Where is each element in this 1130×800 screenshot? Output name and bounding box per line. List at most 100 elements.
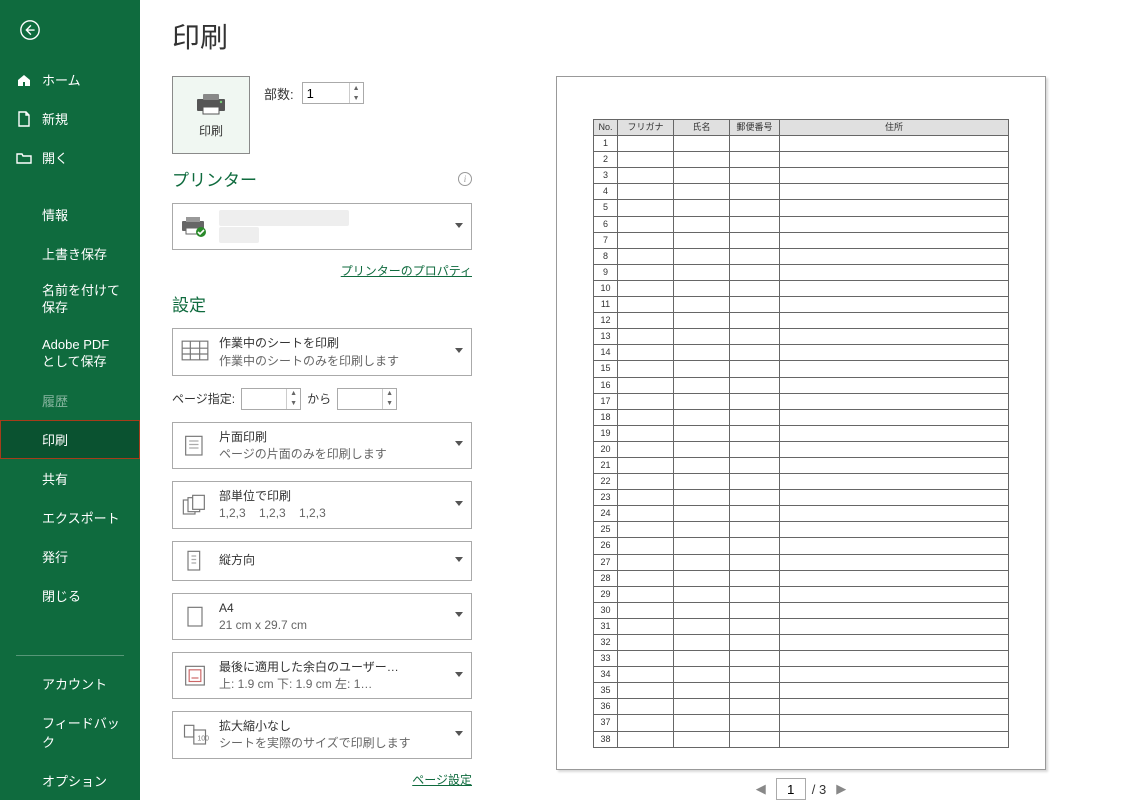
- nav-options[interactable]: オプション: [0, 761, 140, 800]
- table-row: 8: [594, 248, 1009, 264]
- nav-label: 情報: [42, 205, 68, 224]
- sides-dropdown[interactable]: 片面印刷ページの片面のみを印刷します: [172, 422, 472, 469]
- info-icon[interactable]: i: [458, 172, 472, 186]
- print-button-label: 印刷: [199, 122, 223, 139]
- margins-dropdown[interactable]: 最後に適用した余白のユーザー設定上: 1.9 cm 下: 1.9 cm 左: 1…: [172, 652, 472, 699]
- home-icon: [16, 72, 32, 88]
- open-folder-icon: [16, 150, 32, 166]
- print-button[interactable]: 印刷: [172, 76, 250, 154]
- page-to-input[interactable]: ▲▼: [337, 388, 397, 410]
- table-row: 28: [594, 570, 1009, 586]
- nav-divider: [16, 655, 124, 656]
- nav-new[interactable]: 新規: [0, 99, 140, 138]
- table-row: 6: [594, 216, 1009, 232]
- page-setup-link[interactable]: ページ設定: [412, 773, 472, 787]
- printer-properties-link[interactable]: プリンターのプロパティ: [341, 264, 472, 278]
- nav-export[interactable]: エクスポート: [0, 498, 140, 537]
- nav-label: 新規: [42, 109, 68, 128]
- table-row: 37: [594, 715, 1009, 731]
- nav-save[interactable]: 上書き保存: [0, 234, 140, 273]
- nav-print[interactable]: 印刷: [0, 420, 140, 459]
- chevron-down-icon: [455, 223, 463, 231]
- chevron-down-icon: [455, 441, 463, 449]
- chevron-down-icon: [455, 557, 463, 565]
- table-row: 1: [594, 136, 1009, 152]
- spinner-arrows[interactable]: ▲▼: [349, 83, 363, 103]
- nav-close[interactable]: 閉じる: [0, 576, 140, 615]
- page-to-label: から: [307, 390, 331, 407]
- preview-page: No.フリガナ氏名郵便番号住所 123456789101112131415161…: [556, 76, 1046, 770]
- paper-size-dropdown[interactable]: A421 cm x 29.7 cm: [172, 593, 472, 640]
- nav-label: 上書き保存: [42, 244, 107, 263]
- nav-publish[interactable]: 発行: [0, 537, 140, 576]
- nav-home[interactable]: ホーム: [0, 60, 140, 99]
- prev-page-button[interactable]: ◀: [752, 779, 770, 799]
- table-row: 33: [594, 651, 1009, 667]
- nav-share[interactable]: 共有: [0, 459, 140, 498]
- table-row: 22: [594, 474, 1009, 490]
- table-row: 12: [594, 313, 1009, 329]
- table-row: 30: [594, 602, 1009, 618]
- page-title: 印刷: [172, 16, 1130, 56]
- table-row: 5: [594, 200, 1009, 216]
- table-row: 20: [594, 441, 1009, 457]
- current-page-input[interactable]: [776, 778, 806, 800]
- table-header: フリガナ: [618, 120, 674, 136]
- nav-label: Adobe PDF として保存: [42, 337, 124, 371]
- printer-dropdown[interactable]: XXXXXXX XXX: [172, 203, 472, 250]
- nav-label: 閉じる: [42, 586, 81, 605]
- settings-section-header: 設定: [172, 291, 472, 316]
- table-row: 11: [594, 297, 1009, 313]
- nav-label: ホーム: [42, 70, 81, 89]
- portrait-icon: [181, 549, 209, 573]
- nav-feedback[interactable]: フィードバック: [0, 703, 140, 761]
- table-row: 9: [594, 264, 1009, 280]
- page-from-input[interactable]: ▲▼: [241, 388, 301, 410]
- nav-label: 印刷: [42, 430, 68, 449]
- table-row: 23: [594, 490, 1009, 506]
- table-row: 4: [594, 184, 1009, 200]
- collate-dropdown[interactable]: 部単位で印刷1,2,3 1,2,3 1,2,3: [172, 481, 472, 528]
- table-row: 32: [594, 635, 1009, 651]
- table-row: 10: [594, 280, 1009, 296]
- nav-label: 開く: [42, 148, 68, 167]
- one-sided-icon: [181, 433, 209, 457]
- nav-open[interactable]: 開く: [0, 138, 140, 177]
- nav-info[interactable]: 情報: [0, 195, 140, 234]
- copies-value-field[interactable]: [303, 83, 349, 103]
- scaling-dropdown[interactable]: 100 拡大縮小なしシートを実際のサイズで印刷します: [172, 711, 472, 758]
- table-row: 15: [594, 361, 1009, 377]
- table-row: 27: [594, 554, 1009, 570]
- nav-label: 発行: [42, 547, 68, 566]
- new-file-icon: [16, 111, 32, 127]
- chevron-down-icon: [455, 672, 463, 680]
- back-button[interactable]: [12, 12, 48, 48]
- nav-adobe-pdf[interactable]: Adobe PDF として保存: [0, 327, 140, 381]
- print-preview-column: No.フリガナ氏名郵便番号住所 123456789101112131415161…: [472, 76, 1130, 800]
- active-sheets-icon: [181, 340, 209, 364]
- table-header: No.: [594, 120, 618, 136]
- nav-account[interactable]: アカウント: [0, 664, 140, 703]
- orientation-dropdown[interactable]: 縦方向: [172, 541, 472, 581]
- table-row: 19: [594, 425, 1009, 441]
- printer-icon: [195, 92, 227, 116]
- table-row: 25: [594, 522, 1009, 538]
- svg-text:100: 100: [197, 736, 209, 743]
- nav-label: 名前を付けて保存: [42, 283, 124, 317]
- table-row: 35: [594, 683, 1009, 699]
- table-header: 氏名: [674, 120, 730, 136]
- nav-label: エクスポート: [42, 508, 120, 527]
- printer-name-text: XXXXXXX XXX: [219, 210, 441, 243]
- table-row: 14: [594, 345, 1009, 361]
- main-content: 印刷 印刷 部数:: [140, 0, 1130, 800]
- nav-saveas[interactable]: 名前を付けて保存: [0, 273, 140, 327]
- paper-size-icon: [181, 604, 209, 628]
- next-page-button[interactable]: ▶: [832, 779, 850, 799]
- backstage-sidebar: ホーム 新規 開く 情報 上書き保存 名前を付けて保存 Adobe PDF とし…: [0, 0, 140, 800]
- nav-history: 履歴: [0, 381, 140, 420]
- table-row: 16: [594, 377, 1009, 393]
- print-area-dropdown[interactable]: 作業中のシートを印刷作業中のシートのみを印刷します: [172, 328, 472, 375]
- scaling-icon: 100: [181, 723, 209, 747]
- table-row: 7: [594, 232, 1009, 248]
- copies-input[interactable]: ▲▼: [302, 82, 364, 104]
